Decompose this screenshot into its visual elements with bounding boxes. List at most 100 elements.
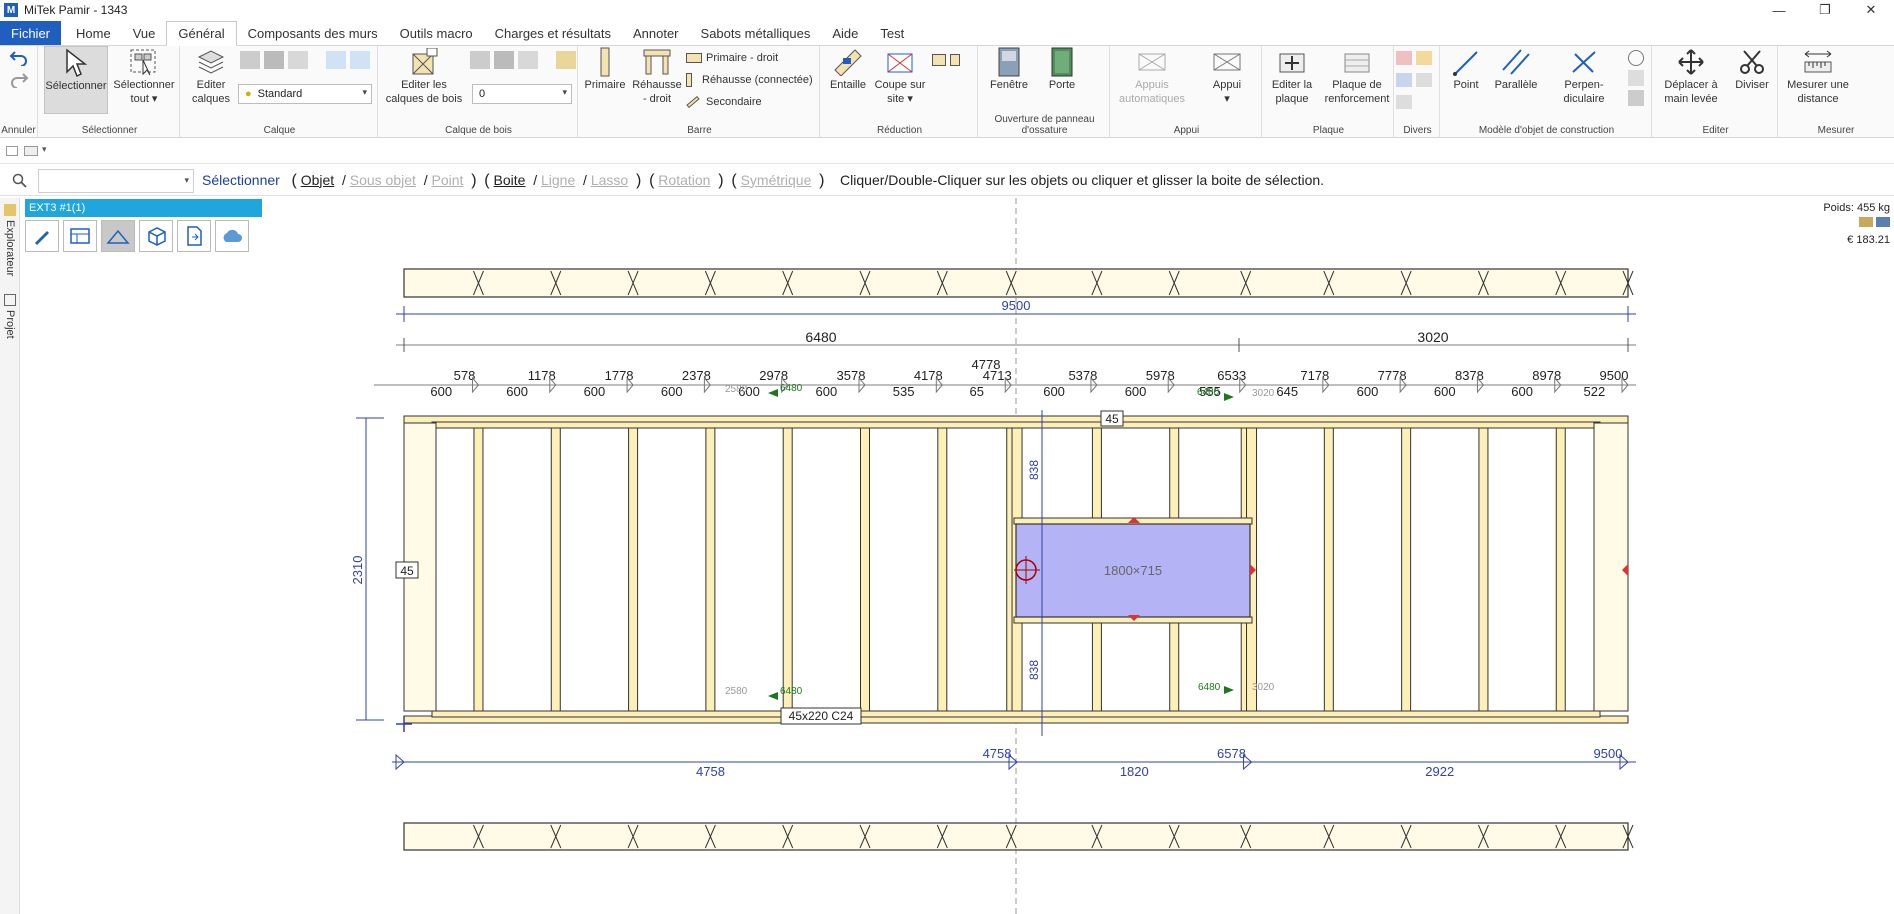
dim-top-spacing: 600 — [1511, 384, 1533, 399]
tab-projet[interactable]: Projet — [2, 294, 18, 339]
primaire-button[interactable]: Primaire — [582, 46, 628, 92]
tab-outils-macro[interactable]: Outils macro — [389, 21, 484, 45]
selectionner-button[interactable]: Sélectionner — [44, 46, 108, 114]
stud[interactable] — [782, 427, 793, 712]
joint-bottom-right-green: 6480 — [1198, 682, 1221, 693]
minimize-button[interactable]: — — [1756, 0, 1802, 20]
option-sous-objet[interactable]: Sous objet — [350, 172, 416, 188]
option-rotation[interactable]: Rotation — [658, 172, 710, 188]
circle-tool-icon[interactable] — [1628, 50, 1644, 66]
wall-elevation-drawing[interactable]: 9500 6480 3020 4778 578 1178 1778 2378 2978 3… — [21, 198, 1894, 914]
entaille-button[interactable]: Entaille — [826, 46, 870, 92]
stud[interactable] — [937, 427, 948, 712]
mesurer-button[interactable]: Mesurer une distance — [1784, 46, 1852, 106]
diviser-button[interactable]: Diviser — [1730, 46, 1774, 92]
reduction-tool-icon[interactable] — [950, 54, 960, 66]
tab-fichier[interactable]: Fichier — [0, 21, 62, 45]
option-symetrique[interactable]: Symétrique — [741, 172, 812, 188]
editer-calques-button[interactable]: Editer calques — [186, 46, 236, 106]
divers-tool-icon[interactable] — [1396, 73, 1412, 87]
chevron-down-icon[interactable]: ▾ — [42, 144, 47, 155]
divers-tool-icon[interactable] — [1416, 51, 1432, 65]
secondaire-button[interactable]: Secondaire — [686, 92, 762, 112]
quick-access-bar: ▾ — [0, 140, 1894, 164]
layer-tool-icon[interactable] — [288, 51, 308, 69]
parallele-button[interactable]: Parallèle — [1490, 46, 1542, 92]
stud[interactable] — [859, 427, 870, 712]
perpendiculaire-button[interactable]: Perpen-diculaire — [1544, 46, 1624, 106]
selection-rect-icon[interactable] — [6, 146, 18, 156]
stud[interactable] — [1091, 427, 1102, 519]
divers-tool-icon[interactable] — [1396, 95, 1412, 109]
primaire-droit-button[interactable]: Primaire - droit — [686, 48, 778, 68]
tab-sabots-metalliques[interactable]: Sabots métalliques — [690, 21, 822, 45]
layer-tool-icon[interactable] — [326, 51, 346, 69]
divers-tool-icon[interactable] — [1396, 51, 1412, 65]
tab-annoter[interactable]: Annoter — [622, 21, 690, 45]
editer-plaque-button[interactable]: Editer la plaque — [1266, 46, 1318, 106]
rehausse-droit-button[interactable]: Réhausse - droit — [630, 46, 684, 106]
option-lasso[interactable]: Lasso — [591, 172, 628, 188]
stud[interactable] — [1555, 427, 1566, 712]
stud[interactable] — [1323, 427, 1334, 712]
selectionner-tout-button[interactable]: Sélectionner tout ▾ — [110, 46, 178, 106]
layer-tool-icon[interactable] — [350, 51, 370, 69]
stud[interactable] — [473, 427, 484, 712]
deplacer-button[interactable]: Déplacer à main levée — [1656, 46, 1726, 106]
rehausse-connectee-button[interactable]: Réhausse (connectée) — [686, 70, 813, 90]
appui-button[interactable]: Appui ▾ — [1204, 46, 1250, 106]
modele-tool-icon[interactable] — [1628, 90, 1644, 106]
timber-tool-icon[interactable] — [494, 51, 514, 69]
undo-button[interactable] — [4, 48, 34, 70]
close-button[interactable]: ✕ — [1848, 0, 1894, 20]
tab-aide[interactable]: Aide — [821, 21, 869, 45]
calque-combo[interactable]: ● Standard ▾ — [238, 84, 372, 104]
ribbon: Annuler Sélectionner Sélectionner tout ▾… — [0, 46, 1894, 138]
coupe-sur-site-button[interactable]: Coupe sur site ▾ — [872, 46, 928, 106]
porte-button[interactable]: Porte — [1040, 46, 1084, 92]
drawing-canvas[interactable]: EXT3 #1(1) Poids: 455 kg € 183.21 9500 6… — [21, 198, 1894, 914]
timber-tool-icon[interactable] — [518, 51, 538, 69]
tab-explorateur[interactable]: Explorateur — [2, 204, 18, 276]
timber-tool-icon[interactable] — [470, 51, 490, 69]
stud[interactable] — [1478, 427, 1489, 712]
fenetre-button[interactable]: Fenêtre — [984, 46, 1034, 92]
group-label-selectionner: Sélectionner — [81, 125, 138, 136]
dim-top-spacing: 600 — [1043, 384, 1065, 399]
restore-button[interactable]: ❐ — [1802, 0, 1848, 20]
command-input[interactable]: ▾ — [38, 168, 194, 193]
tab-home[interactable]: Home — [65, 21, 122, 45]
selection-mode-icon[interactable] — [24, 146, 38, 156]
plaque-renforcement-button[interactable]: Plaque de renforcement — [1322, 46, 1392, 106]
stud[interactable] — [1169, 622, 1180, 712]
option-objet[interactable]: Objet — [301, 172, 334, 188]
layer-tool-icon[interactable] — [264, 51, 284, 69]
stud[interactable] — [550, 427, 561, 712]
reduction-tool-icon[interactable] — [932, 54, 946, 66]
divers-tool-icon[interactable] — [1416, 73, 1432, 87]
tab-test[interactable]: Test — [869, 21, 915, 45]
modele-tool-icon[interactable] — [1628, 70, 1644, 86]
layer-tool-icon[interactable] — [240, 51, 260, 69]
notch-icon — [833, 48, 863, 76]
editer-calques-bois-button[interactable]: Editer les calques de bois — [384, 46, 464, 106]
tab-vue[interactable]: Vue — [122, 21, 167, 45]
bois-combo[interactable]: 0 ▾ — [472, 84, 572, 104]
appuis-automatiques-button[interactable]: Appuis automatiques — [1114, 46, 1190, 106]
stud[interactable] — [1091, 622, 1102, 712]
option-ligne[interactable]: Ligne — [541, 172, 575, 188]
redo-button[interactable] — [4, 70, 34, 92]
end-post-width-label: 45 — [400, 564, 414, 578]
option-point[interactable]: Point — [431, 172, 463, 188]
tab-charges-resultats[interactable]: Charges et résultats — [484, 21, 622, 45]
timber-tool-icon[interactable] — [556, 51, 576, 69]
stud[interactable] — [1169, 427, 1180, 519]
tab-general[interactable]: Général — [166, 21, 237, 46]
rehausse-droit-label: Réhausse - droit — [632, 79, 682, 105]
stud[interactable] — [705, 427, 716, 712]
stud[interactable] — [1401, 427, 1412, 712]
option-boite[interactable]: Boite — [494, 172, 526, 188]
point-button[interactable]: Point — [1444, 46, 1488, 92]
stud[interactable] — [628, 427, 639, 712]
tab-composants-murs[interactable]: Composants des murs — [237, 21, 389, 45]
